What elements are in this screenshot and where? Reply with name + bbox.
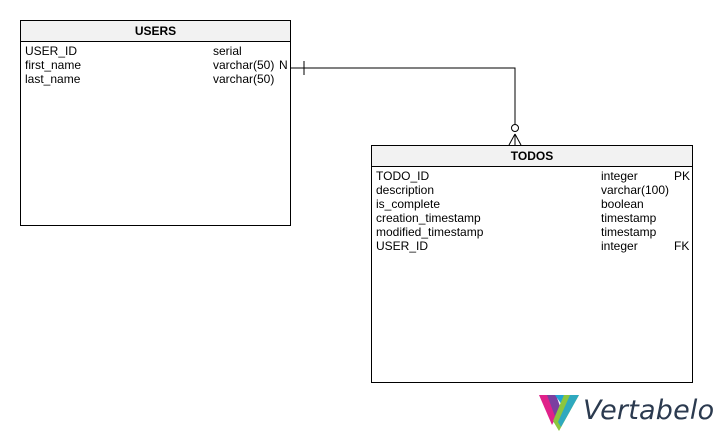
vertabelo-logo: Vertabelo bbox=[537, 391, 713, 433]
relationship-line bbox=[291, 67, 516, 131]
vertabelo-mark-icon bbox=[539, 395, 579, 431]
column-name: creation_timestamp bbox=[376, 211, 481, 225]
column-name: USER_ID bbox=[376, 239, 429, 253]
todos-table-columns: TODO_ID integer PK description varchar(1… bbox=[372, 167, 692, 253]
users-column-row[interactable]: USER_ID serial bbox=[21, 44, 290, 58]
users-table-title: USERS bbox=[21, 21, 290, 42]
users-table[interactable]: USERS USER_ID serial first_name varchar(… bbox=[20, 20, 291, 226]
todos-table[interactable]: TODOS TODO_ID integer PK description var… bbox=[371, 145, 693, 383]
column-name: modified_timestamp bbox=[376, 225, 484, 239]
column-type: integer bbox=[601, 239, 638, 253]
todos-column-row[interactable]: description varchar(100) bbox=[372, 183, 692, 197]
todos-column-row[interactable]: is_complete boolean bbox=[372, 197, 692, 211]
todos-column-row[interactable]: TODO_ID integer PK bbox=[372, 169, 692, 183]
column-name: USER_ID bbox=[25, 44, 78, 58]
column-type: varchar(50) bbox=[213, 72, 275, 86]
column-type: serial bbox=[213, 44, 242, 58]
vertabelo-wordmark: Vertabelo bbox=[583, 395, 713, 426]
column-key: FK bbox=[674, 239, 690, 253]
column-name: first_name bbox=[25, 58, 82, 72]
todos-table-title: TODOS bbox=[372, 146, 692, 167]
users-column-row[interactable]: last_name varchar(50) bbox=[21, 72, 290, 86]
users-column-row[interactable]: first_name varchar(50) N bbox=[21, 58, 290, 72]
crows-foot-right bbox=[514, 133, 522, 146]
todos-column-row[interactable]: modified_timestamp timestamp bbox=[372, 225, 692, 239]
users-table-columns: USER_ID serial first_name varchar(50) N … bbox=[21, 42, 290, 86]
column-name: last_name bbox=[25, 72, 81, 86]
diagram-canvas: USERS USER_ID serial first_name varchar(… bbox=[0, 0, 713, 443]
column-type: varchar(100) bbox=[601, 183, 670, 197]
column-name: description bbox=[376, 183, 435, 197]
column-key: PK bbox=[674, 169, 691, 183]
crows-foot-left bbox=[508, 133, 516, 146]
column-type: timestamp bbox=[601, 211, 657, 225]
column-type: varchar(50) bbox=[213, 58, 275, 72]
column-name: is_complete bbox=[376, 197, 441, 211]
zero-cardinality-circle bbox=[511, 124, 519, 132]
column-type: boolean bbox=[601, 197, 644, 211]
column-nullable: N bbox=[279, 58, 288, 72]
column-type: integer bbox=[601, 169, 638, 183]
todos-column-row[interactable]: creation_timestamp timestamp bbox=[372, 211, 692, 225]
todos-column-row[interactable]: USER_ID integer FK bbox=[372, 239, 692, 253]
column-type: timestamp bbox=[601, 225, 657, 239]
column-name: TODO_ID bbox=[376, 169, 430, 183]
